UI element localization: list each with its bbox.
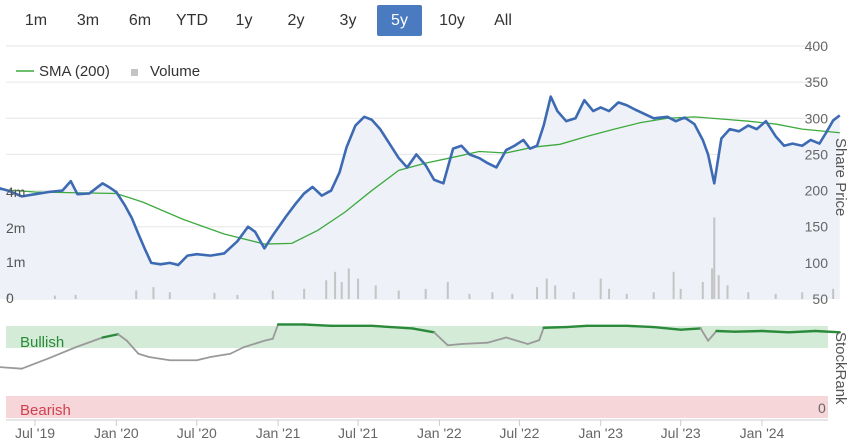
stockrank-segment — [209, 352, 232, 358]
volume-bar — [554, 285, 557, 299]
volume-bar — [747, 292, 750, 299]
volume-bar — [340, 282, 343, 299]
stock-chart: Bullish Bearish SMA (200) Volume 50 100 15… — [0, 38, 849, 441]
volume-bar — [347, 268, 350, 299]
price-tick-50: 50 — [812, 291, 828, 307]
x-axis-ticks: Jul '19 Jan '20 Jul '20 Jan '21 Jul '21 Jan '… — [6, 419, 828, 441]
volume-bar — [135, 290, 138, 299]
x-tick-label: Jan '20 — [94, 425, 139, 441]
stockrank-segment — [625, 324, 655, 329]
stockrank-segment — [0, 366, 23, 370]
volume-bar — [168, 292, 171, 299]
stockrank-segment — [229, 346, 245, 355]
volume-bar — [832, 288, 835, 299]
stockrank-segment — [715, 329, 737, 333]
price-tick-100: 100 — [805, 255, 829, 271]
legend-volume[interactable]: Volume — [150, 63, 200, 80]
volume-bar — [599, 278, 602, 299]
share-price-axis-title: Share Price — [832, 138, 849, 216]
volume-bar — [801, 292, 804, 299]
volume-bar — [491, 292, 494, 299]
volume-bar — [672, 271, 675, 299]
volume-bar — [726, 285, 729, 299]
stockrank-segment — [565, 324, 589, 329]
volume-tick-0: 0 — [6, 290, 14, 306]
price-tick-400: 400 — [805, 38, 829, 54]
volume-bar — [303, 288, 306, 299]
volume-bar — [53, 295, 56, 299]
volume-tick-4m: 4m — [6, 184, 25, 200]
volume-bar — [511, 293, 514, 299]
volume-bar — [774, 293, 777, 299]
price-tick-200: 200 — [805, 183, 829, 199]
price-tick-350: 350 — [805, 74, 829, 90]
volume-bar — [608, 288, 611, 299]
stockrank-segment — [542, 325, 568, 329]
volume-bar — [536, 287, 539, 299]
volume-bar — [271, 290, 274, 299]
bearish-band — [6, 396, 828, 418]
x-tick-label: Jul '21 — [338, 425, 378, 441]
volume-bar — [74, 294, 77, 299]
stockrank-segment — [760, 329, 790, 334]
bearish-label: Bearish — [20, 402, 71, 419]
volume-bar — [236, 294, 239, 299]
volume-bar — [572, 292, 575, 299]
stockrank-segment — [733, 329, 764, 333]
price-tick-300: 300 — [805, 110, 829, 126]
bullish-label: Bullish — [20, 334, 64, 351]
volume-bar — [357, 278, 360, 299]
stockrank-axis-title: StockRank — [832, 332, 849, 405]
volume-bar — [717, 275, 720, 299]
volume-bar — [545, 278, 548, 299]
x-tick-label: Jul '20 — [177, 425, 217, 441]
x-tick-label: Jul '23 — [661, 425, 701, 441]
stockrank-segment — [148, 356, 171, 362]
price-tick-150: 150 — [805, 219, 829, 235]
volume-bar — [424, 288, 427, 299]
stockrank-segment — [787, 329, 817, 334]
x-tick-label: Jan '22 — [417, 425, 462, 441]
stockrank-segment — [302, 323, 333, 327]
volume-bar — [152, 287, 155, 299]
volume-bar — [334, 271, 337, 299]
volume-bar — [468, 293, 471, 299]
volume-bar — [446, 282, 449, 299]
x-tick-label: Jul '22 — [499, 425, 539, 441]
legend-volume-swatch — [131, 69, 138, 76]
x-tick-label: Jan '21 — [256, 425, 301, 441]
volume-bar — [325, 280, 328, 299]
stockrank-segment — [679, 327, 702, 331]
volume-bar — [679, 288, 682, 299]
volume-bar — [213, 292, 216, 299]
price-tick-250: 250 — [805, 146, 829, 162]
stockrank-segment — [20, 357, 50, 370]
legend-sma[interactable]: SMA (200) — [39, 63, 110, 80]
volume-tick-1m: 1m — [6, 254, 25, 270]
volume-bar — [701, 282, 704, 299]
volume-bar — [711, 268, 714, 299]
volume-bar — [625, 293, 628, 299]
volume-bar — [374, 285, 377, 299]
volume-bar — [713, 217, 716, 299]
x-tick-label: Jan '23 — [578, 425, 623, 441]
x-tick-label: Jul '19 — [15, 425, 55, 441]
x-tick-label: Jan '24 — [740, 425, 785, 441]
stockrank-min-label: 0 — [818, 400, 826, 416]
volume-bar — [652, 292, 655, 299]
volume-bar — [397, 290, 400, 299]
stockrank-segment — [137, 352, 150, 358]
volume-tick-2m: 2m — [6, 220, 25, 236]
stockrank-segment — [195, 356, 212, 362]
